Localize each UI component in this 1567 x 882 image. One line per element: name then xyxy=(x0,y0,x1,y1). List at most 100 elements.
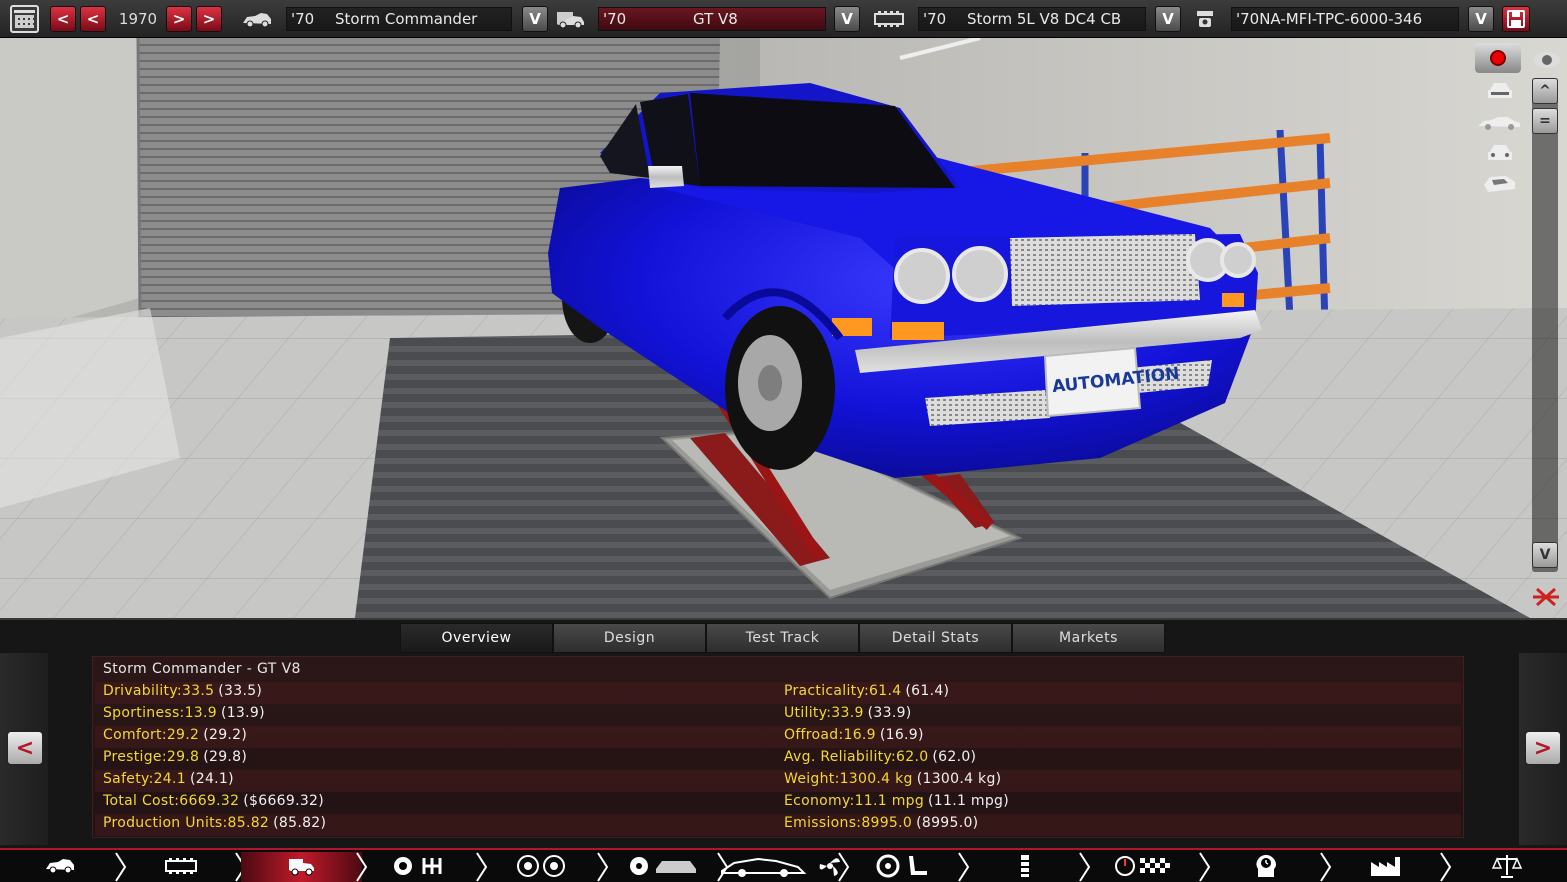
stat-row: Avg. Reliability: 62.0 (62.0) xyxy=(784,746,976,768)
bottom-nav-item[interactable] xyxy=(1326,852,1447,882)
scroll-down-button[interactable]: V xyxy=(1532,542,1558,568)
year-next-button[interactable]: > xyxy=(166,6,192,32)
trim-name: GT V8 xyxy=(693,10,738,28)
stat-label: Emissions: xyxy=(784,815,862,831)
stat-base-value: (33.9) xyxy=(867,705,912,721)
stat-label: Avg. Reliability: xyxy=(784,749,897,765)
model-year: '70 xyxy=(291,10,315,28)
car-3d-viewport[interactable]: AUTOMATION ^ = V xyxy=(0,38,1567,618)
year-next-fast-button[interactable]: > xyxy=(196,6,222,32)
stat-base-value: ($6669.32) xyxy=(243,793,325,809)
save-icon[interactable] xyxy=(1502,6,1530,32)
bottom-nav-item[interactable] xyxy=(121,852,242,882)
trim-dropdown-button[interactable]: V xyxy=(834,6,860,32)
bottom-nav-item[interactable] xyxy=(844,852,965,882)
stat-value: 29.8 xyxy=(166,749,200,765)
year-prev-button[interactable]: < xyxy=(80,6,106,32)
panel-prev-button[interactable]: < xyxy=(7,731,43,765)
stat-label: Total Cost: xyxy=(103,793,180,809)
bottom-nav-item[interactable] xyxy=(482,852,603,882)
model-name: Storm Commander xyxy=(335,10,478,28)
stat-label: Prestige: xyxy=(103,749,167,765)
bottom-nav-item[interactable] xyxy=(964,852,1085,882)
variant-dropdown-button[interactable]: V xyxy=(1468,6,1494,32)
stat-value: 33.5 xyxy=(181,683,215,699)
stat-base-value: (8995.0) xyxy=(916,815,979,831)
tab-overview[interactable]: Overview xyxy=(400,623,553,653)
engine-icon xyxy=(872,6,906,32)
stat-value: 62.0 xyxy=(896,749,929,765)
bottom-nav-item[interactable] xyxy=(0,852,121,882)
bottom-nav-item[interactable] xyxy=(1205,852,1326,882)
stat-row: Economy: 11.1 mpg (11.1 mpg) xyxy=(784,790,1009,812)
camera-top-view-icon[interactable] xyxy=(1478,170,1520,198)
bottom-nav-item[interactable] xyxy=(1085,852,1206,882)
eye-icon[interactable] xyxy=(1530,46,1564,74)
stat-label: Safety: xyxy=(103,771,154,787)
engine-variant-icon xyxy=(1190,6,1220,32)
stat-value: 13.9 xyxy=(184,705,217,721)
stat-row: Total Cost: 6669.32 ($6669.32) xyxy=(103,790,324,812)
stat-value: 1300.4 kg xyxy=(839,771,913,787)
stat-value: 6669.32 xyxy=(179,793,240,809)
stat-value: 61.4 xyxy=(869,683,902,699)
engine-variant-selector[interactable]: '70NA-MFI-TPC-6000-346 xyxy=(1231,7,1459,31)
engine-selector[interactable]: '70 Storm 5L V8 DC4 CB xyxy=(918,7,1146,31)
camera-side-view-icon[interactable] xyxy=(1475,110,1523,136)
bottom-nav-item[interactable] xyxy=(721,852,844,882)
panel-next-button[interactable]: > xyxy=(1525,731,1561,765)
chassis-icon xyxy=(164,857,198,879)
trim-selector[interactable]: '70 GT V8 xyxy=(598,7,826,31)
stat-base-value: (13.9) xyxy=(220,705,265,721)
app-root: < < 1970 > > '70 Storm Commander V '70 G… xyxy=(0,0,1567,882)
trim-year: '70 xyxy=(603,10,627,28)
year-prev-fast-button[interactable]: < xyxy=(50,6,76,32)
stat-label: Production Units: xyxy=(103,815,228,831)
info-tabs: Overview Design Test Track Detail Stats … xyxy=(400,623,1165,653)
camera-rear-view-icon[interactable] xyxy=(1480,78,1520,104)
stat-value: 8995.0 xyxy=(861,815,913,831)
stat-row: Comfort: 29.2 (29.2) xyxy=(103,724,247,746)
calendar-icon[interactable] xyxy=(10,5,39,33)
body-panels-icon xyxy=(628,855,698,881)
bottom-nav-item[interactable] xyxy=(241,852,362,882)
tab-test-track[interactable]: Test Track xyxy=(706,623,859,653)
stat-label: Comfort: xyxy=(103,727,167,743)
stat-value: 16.9 xyxy=(843,727,876,743)
model-selector[interactable]: '70 Storm Commander xyxy=(286,7,512,31)
scroll-up-button[interactable]: ^ xyxy=(1532,78,1558,104)
engineering-time-icon xyxy=(1252,853,1280,882)
close-view-icon[interactable] xyxy=(1528,582,1564,612)
suspension-gearbox-icon xyxy=(392,855,452,881)
stat-row: Utility: 33.9 (33.9) xyxy=(784,702,912,724)
year-display: 1970 xyxy=(118,10,158,28)
engine-dropdown-button[interactable]: V xyxy=(1155,6,1181,32)
overview-stats: Storm Commander - GT V8 Drivability: 33.5… xyxy=(92,656,1464,838)
stat-row: Drivability: 33.5 (33.5) xyxy=(103,680,262,702)
tab-design[interactable]: Design xyxy=(553,623,706,653)
stat-base-value: (29.8) xyxy=(203,749,248,765)
stat-label: Weight: xyxy=(784,771,840,787)
stat-value: 29.2 xyxy=(166,727,200,743)
steering-seat-icon xyxy=(875,853,933,882)
stat-row: Practicality: 61.4 (61.4) xyxy=(784,680,949,702)
scroll-thumb[interactable]: = xyxy=(1532,108,1558,134)
tab-detail-stats[interactable]: Detail Stats xyxy=(859,623,1012,653)
bottom-nav-item[interactable] xyxy=(1446,852,1567,882)
stat-row: Production Units: 85.82 (85.82) xyxy=(103,812,326,834)
stat-label: Sportiness: xyxy=(103,705,185,721)
engine-variant-name: '70NA-MFI-TPC-6000-346 xyxy=(1236,10,1423,28)
bottom-nav-item[interactable] xyxy=(603,852,724,882)
camera-record-icon[interactable] xyxy=(1475,43,1521,73)
stat-base-value: (29.2) xyxy=(203,727,248,743)
stat-base-value: (61.4) xyxy=(905,683,950,699)
model-dropdown-button[interactable]: V xyxy=(522,6,548,32)
camera-scrollbar[interactable] xyxy=(1532,78,1558,572)
stat-value: 33.9 xyxy=(831,705,864,721)
stat-row: Emissions: 8995.0 (8995.0) xyxy=(784,812,978,834)
tab-markets[interactable]: Markets xyxy=(1012,623,1165,653)
camera-front-view-icon[interactable] xyxy=(1480,140,1520,166)
stat-label: Economy: xyxy=(784,793,855,809)
bottom-nav-item[interactable] xyxy=(362,852,483,882)
stat-base-value: (85.82) xyxy=(273,815,327,831)
